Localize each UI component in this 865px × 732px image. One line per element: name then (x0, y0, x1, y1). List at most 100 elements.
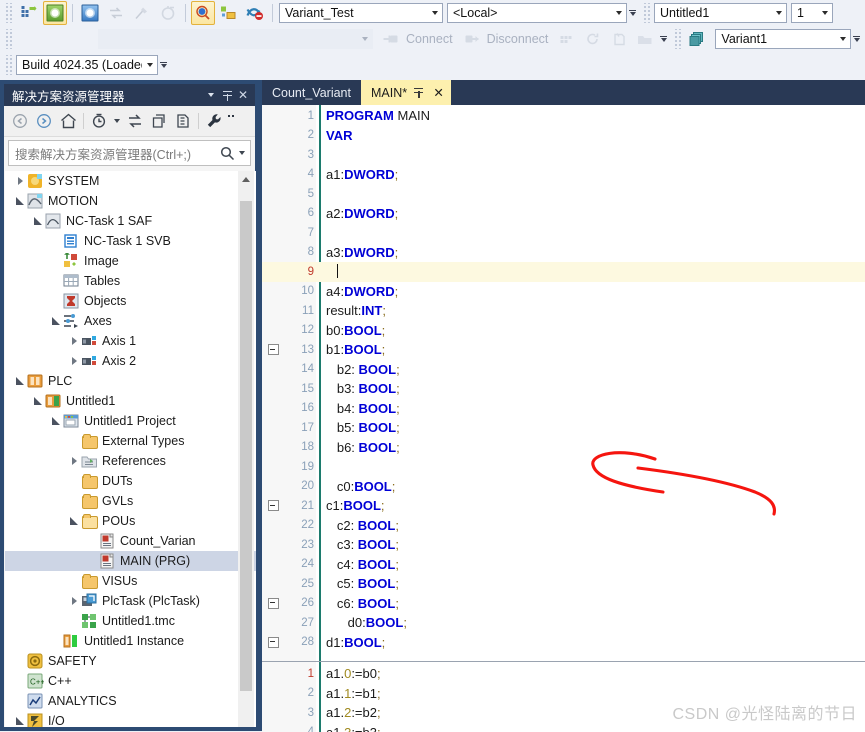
code-line[interactable]: 6a2:DWORD; (262, 204, 865, 224)
code-line[interactable]: 4a1:DWORD; (262, 165, 865, 185)
reload-devices-icon[interactable] (104, 1, 128, 25)
tree-item-duts[interactable]: DUTs (5, 471, 256, 491)
code-line[interactable]: 5 (262, 184, 865, 204)
scrollbar-thumb[interactable] (240, 201, 252, 691)
forward-icon[interactable] (32, 110, 56, 132)
code-line[interactable]: 16 b4: BOOL; (262, 399, 865, 419)
solution-tree[interactable]: SYSTEMMOTIONNC-Task 1 SAFNC-Task 1 SVBIm… (5, 171, 256, 727)
chevron-down-icon[interactable] (111, 110, 123, 132)
show-all-files-icon[interactable] (147, 110, 171, 132)
code-line[interactable]: 27 d0:BOOL; (262, 613, 865, 633)
expand-arrow-icon[interactable] (13, 171, 27, 191)
tree-item-objects[interactable]: Objects (5, 291, 256, 311)
tree-item-plc[interactable]: PLC (5, 371, 256, 391)
code-line[interactable]: 10a4:DWORD; (262, 282, 865, 302)
expand-arrow-icon[interactable] (67, 351, 81, 371)
tree-item-axes[interactable]: Axes (5, 311, 256, 331)
tree-item-pous[interactable]: POUs (5, 511, 256, 531)
expand-arrow-icon[interactable] (67, 331, 81, 351)
chevron-down-icon[interactable] (203, 87, 219, 103)
expand-arrow-icon[interactable] (67, 451, 81, 471)
tree-item-nc-task-1-svb[interactable]: NC-Task 1 SVB (5, 231, 256, 251)
tree-item-untitled1-project[interactable]: Untitled1 Project (5, 411, 256, 431)
editor-tab-count_variant[interactable]: Count_Variant (262, 80, 361, 105)
tree-item-image[interactable]: Image (5, 251, 256, 271)
code-line[interactable]: 17 b5: BOOL; (262, 418, 865, 438)
chevron-down-icon[interactable] (817, 4, 832, 22)
chevron-down-icon[interactable] (611, 4, 626, 22)
code-line[interactable]: 2VAR (262, 126, 865, 146)
tree-item-plctask-plctask[interactable]: PlcTask (PlcTask) (5, 591, 256, 611)
collapse-arrow-icon[interactable] (49, 311, 63, 331)
variant-layers-icon[interactable] (686, 27, 710, 51)
tree-item-c[interactable]: C++C++ (5, 671, 256, 691)
toolbar-gripper-icon[interactable] (673, 29, 683, 49)
choose-target-icon[interactable] (217, 1, 241, 25)
code-line[interactable]: 23 c3: BOOL; (262, 535, 865, 555)
toolbar-gripper-icon[interactable] (4, 29, 14, 49)
show-online-data-icon[interactable] (191, 1, 215, 25)
tree-item-references[interactable]: References (5, 451, 256, 471)
collapse-arrow-icon[interactable] (67, 511, 81, 531)
code-line[interactable]: 18 b6: BOOL; (262, 438, 865, 458)
code-line[interactable]: 22 c2: BOOL; (262, 516, 865, 536)
toolbar-overflow-icon[interactable] (158, 55, 169, 75)
restart-twincat-config-mode-icon[interactable] (78, 1, 102, 25)
code-line[interactable]: 24 c4: BOOL; (262, 555, 865, 575)
search-icon[interactable] (218, 146, 236, 161)
code-line[interactable]: 3 (262, 145, 865, 165)
tree-item-motion[interactable]: MOTION (5, 191, 256, 211)
chevron-down-icon[interactable] (142, 56, 157, 74)
expand-arrow-icon[interactable] (67, 591, 81, 611)
code-line[interactable]: 8a3:DWORD; (262, 243, 865, 263)
chevron-down-icon[interactable] (835, 30, 850, 48)
code-line[interactable]: 15 b3: BOOL; (262, 379, 865, 399)
toolbar-gripper-icon[interactable] (4, 55, 14, 75)
tree-item-axis-2[interactable]: Axis 2 (5, 351, 256, 371)
toolbar-gripper-icon[interactable] (642, 3, 652, 23)
code-line[interactable]: 1PROGRAM MAIN (262, 106, 865, 126)
solution-explorer-search[interactable]: 搜索解决方案资源管理器(Ctrl+;) (8, 140, 251, 166)
tree-item-visus[interactable]: VISUs (5, 571, 256, 591)
tree-item-axis-1[interactable]: Axis 1 (5, 331, 256, 351)
toolbar-overflow-icon[interactable] (851, 29, 862, 49)
tree-item-system[interactable]: SYSTEM (5, 171, 256, 191)
tree-item-external-types[interactable]: External Types (5, 431, 256, 451)
tree-item-safety[interactable]: SAFETY (5, 651, 256, 671)
code-line[interactable]: 11result:INT; (262, 301, 865, 321)
collapse-arrow-icon[interactable] (31, 211, 45, 231)
instance-combo[interactable]: 1 (791, 3, 833, 23)
code-line[interactable]: 9 (262, 262, 865, 282)
editor-tab-main[interactable]: MAIN*✕ (361, 80, 451, 105)
declaration-pane[interactable]: 1PROGRAM MAIN2VAR34a1:DWORD;56a2:DWORD;7… (262, 105, 865, 661)
activate-configuration-icon[interactable] (17, 1, 41, 25)
toolbar-overflow-icon[interactable] (627, 3, 638, 23)
variant-combo[interactable]: Variant1 (715, 29, 851, 49)
tree-item-i-o[interactable]: I/O (5, 711, 256, 727)
code-line[interactable]: 1a1.0:=b0; (262, 664, 865, 684)
collapse-arrow-icon[interactable] (13, 711, 27, 727)
chevron-down-icon[interactable] (236, 151, 248, 155)
pin-icon[interactable] (410, 84, 427, 101)
tree-item-count-varian[interactable]: Count_Varian (5, 531, 256, 551)
code-line[interactable]: 19 (262, 457, 865, 477)
toggle-free-run-icon[interactable] (156, 1, 180, 25)
build-combo[interactable]: Build 4024.35 (Loaded) (16, 55, 158, 75)
code-line[interactable]: 28d1:BOOL; (262, 633, 865, 653)
code-line[interactable]: 7 (262, 223, 865, 243)
fold-toggle-icon[interactable] (262, 594, 284, 614)
code-line[interactable]: 25 c5: BOOL; (262, 574, 865, 594)
show-sub-items-icon[interactable] (243, 1, 267, 25)
code-line[interactable]: 20 c0:BOOL; (262, 477, 865, 497)
tree-item-analytics[interactable]: ANALYTICS (5, 691, 256, 711)
target-system-combo[interactable]: Variant_Test (279, 3, 443, 23)
properties-icon[interactable] (171, 110, 195, 132)
collapse-arrow-icon[interactable] (13, 371, 27, 391)
project-combo[interactable]: Untitled1 (654, 3, 787, 23)
collapse-arrow-icon[interactable] (31, 391, 45, 411)
wrench-icon[interactable] (202, 110, 226, 132)
pending-changes-icon[interactable] (87, 110, 111, 132)
restart-twincat-run-mode-icon[interactable] (43, 1, 67, 25)
fold-toggle-icon[interactable] (262, 496, 284, 516)
collapse-arrow-icon[interactable] (49, 411, 63, 431)
